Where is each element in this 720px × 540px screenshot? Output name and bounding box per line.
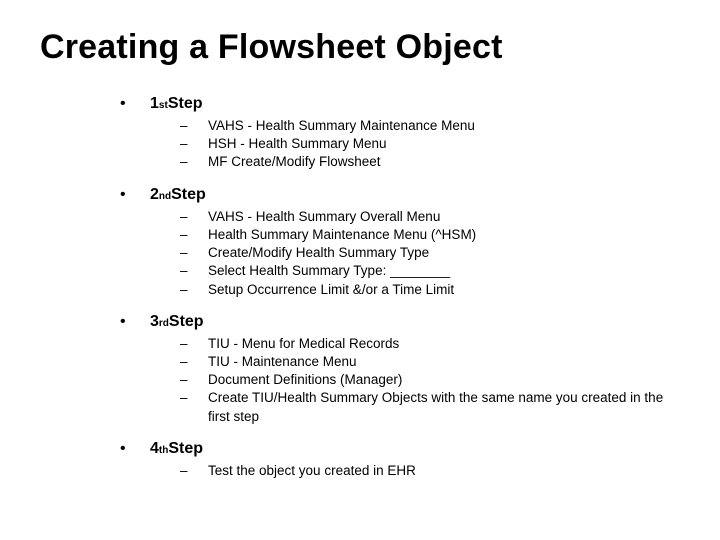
list-item-text: VAHS - Health Summary Overall Menu: [208, 208, 440, 226]
list-item-text: Create TIU/Health Summary Objects with t…: [208, 389, 680, 425]
dash-icon: –: [180, 153, 208, 171]
list-item-text: VAHS - Health Summary Maintenance Menu: [208, 117, 475, 135]
step-label: Step: [169, 313, 204, 331]
step-ordinal: st: [159, 100, 168, 111]
list-item-text: TIU - Menu for Medical Records: [208, 335, 399, 353]
bullet-icon: •: [120, 95, 150, 113]
dash-icon: –: [180, 335, 208, 353]
dash-icon: –: [180, 389, 208, 407]
step-label: Step: [168, 440, 203, 458]
step-4-items: –Test the object you created in EHR: [180, 462, 680, 480]
list-item: –MF Create/Modify Flowsheet: [180, 153, 680, 171]
dash-icon: –: [180, 371, 208, 389]
list-item-text: Select Health Summary Type: ________: [208, 262, 450, 280]
step-number: 4: [150, 440, 159, 458]
step-heading-1: • 1st Step: [120, 95, 680, 113]
bullet-icon: •: [120, 313, 150, 331]
step-ordinal: rd: [159, 318, 169, 329]
step-number: 2: [150, 186, 159, 204]
list-item-text: Setup Occurrence Limit &/or a Time Limit: [208, 281, 454, 299]
dash-icon: –: [180, 226, 208, 244]
step-2-items: –VAHS - Health Summary Overall Menu –Hea…: [180, 208, 680, 299]
list-item: –Test the object you created in EHR: [180, 462, 680, 480]
dash-icon: –: [180, 208, 208, 226]
list-item: –Select Health Summary Type: ________: [180, 262, 680, 280]
step-1-items: –VAHS - Health Summary Maintenance Menu …: [180, 117, 680, 172]
list-item-text: Health Summary Maintenance Menu (^HSM): [208, 226, 476, 244]
bullet-icon: •: [120, 186, 150, 204]
list-item: –HSH - Health Summary Menu: [180, 135, 680, 153]
dash-icon: –: [180, 281, 208, 299]
dash-icon: –: [180, 262, 208, 280]
list-item: –Create TIU/Health Summary Objects with …: [180, 389, 680, 425]
bullet-icon: •: [120, 440, 150, 458]
page-title: Creating a Flowsheet Object: [40, 28, 680, 67]
dash-icon: –: [180, 117, 208, 135]
dash-icon: –: [180, 244, 208, 262]
dash-icon: –: [180, 135, 208, 153]
step-label: Step: [168, 95, 203, 113]
list-item-text: MF Create/Modify Flowsheet: [208, 153, 381, 171]
list-item-text: TIU - Maintenance Menu: [208, 353, 357, 371]
list-item-text: Create/Modify Health Summary Type: [208, 244, 429, 262]
list-item: –TIU - Menu for Medical Records: [180, 335, 680, 353]
list-item: –VAHS - Health Summary Maintenance Menu: [180, 117, 680, 135]
step-label: Step: [171, 186, 206, 204]
list-item: –Create/Modify Health Summary Type: [180, 244, 680, 262]
list-item-text: Test the object you created in EHR: [208, 462, 416, 480]
list-item-text: Document Definitions (Manager): [208, 371, 402, 389]
slide: Creating a Flowsheet Object • 1st Step –…: [0, 0, 720, 500]
dash-icon: –: [180, 462, 208, 480]
list-item: –Setup Occurrence Limit &/or a Time Limi…: [180, 281, 680, 299]
step-number: 3: [150, 313, 159, 331]
list-item: –Health Summary Maintenance Menu (^HSM): [180, 226, 680, 244]
step-heading-2: • 2nd Step: [120, 186, 680, 204]
list-item: –TIU - Maintenance Menu: [180, 353, 680, 371]
list-item: –VAHS - Health Summary Overall Menu: [180, 208, 680, 226]
slide-body: • 1st Step –VAHS - Health Summary Mainte…: [120, 95, 680, 480]
step-3-items: –TIU - Menu for Medical Records –TIU - M…: [180, 335, 680, 426]
dash-icon: –: [180, 353, 208, 371]
step-ordinal: nd: [159, 191, 171, 202]
step-heading-3: • 3rd Step: [120, 313, 680, 331]
step-heading-4: • 4th Step: [120, 440, 680, 458]
step-number: 1: [150, 95, 159, 113]
list-item: –Document Definitions (Manager): [180, 371, 680, 389]
list-item-text: HSH - Health Summary Menu: [208, 135, 387, 153]
step-ordinal: th: [159, 445, 168, 456]
